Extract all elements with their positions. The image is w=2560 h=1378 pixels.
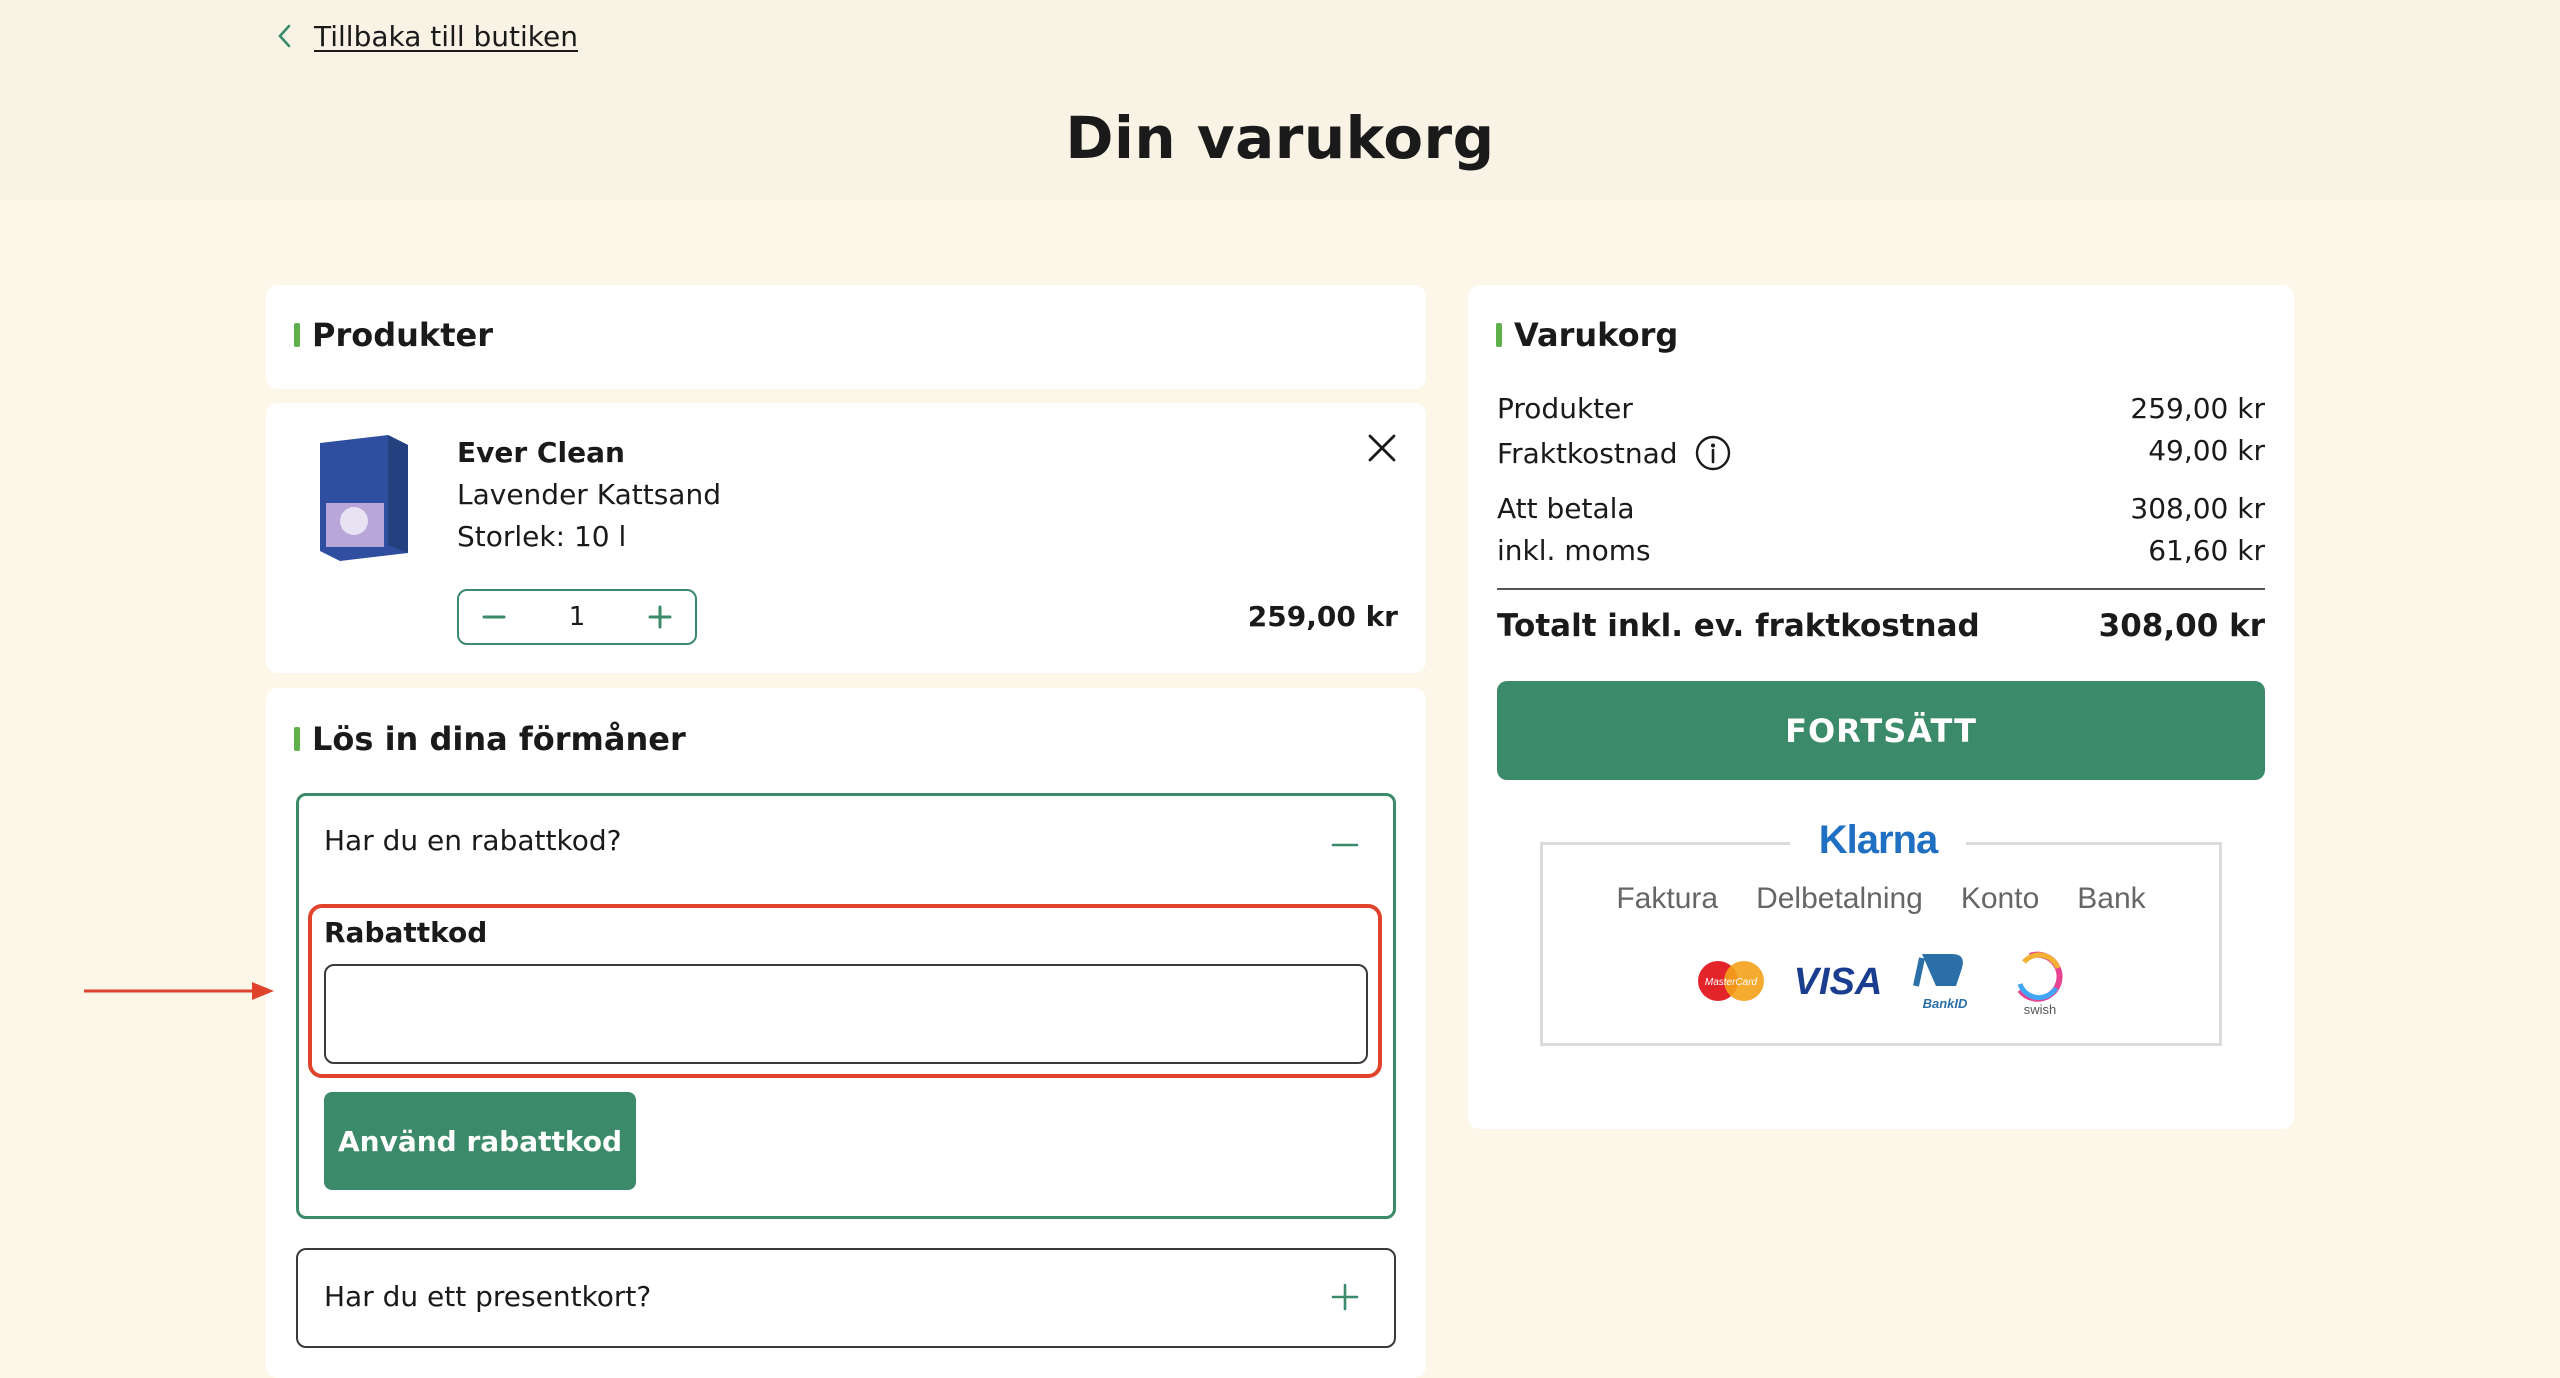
summary-row-products: Produkter 259,00 kr <box>1497 392 2265 425</box>
payment-method: Delbetalning <box>1756 882 1923 915</box>
product-price: 259,00 kr <box>1247 600 1398 633</box>
klarna-methods: Faktura Delbetalning Konto Bank <box>1540 882 2222 916</box>
summary-title-text: Varukorg <box>1514 316 1679 354</box>
total-value: 308,00 kr <box>2098 608 2265 644</box>
payment-method: Konto <box>1960 882 2040 915</box>
back-link-label[interactable]: Tillbaka till butiken <box>314 20 578 53</box>
mastercard-logo: MasterCard <box>1698 961 1764 1001</box>
continue-button[interactable]: FORTSÄTT <box>1497 681 2265 780</box>
summary-row-vat: inkl. moms 61,60 kr <box>1497 534 2265 567</box>
accent-bar <box>294 727 300 751</box>
payment-method: Bank <box>2077 882 2146 915</box>
svg-text:BankID: BankID <box>1923 996 1968 1011</box>
back-to-shop-link[interactable]: Tillbaka till butiken <box>276 16 578 56</box>
svg-text:MasterCard: MasterCard <box>1705 977 1758 988</box>
accent-bar <box>1496 323 1502 347</box>
quantity-stepper: 1 <box>457 589 697 645</box>
product-image <box>320 435 408 561</box>
expand-plus-icon[interactable] <box>1330 1282 1360 1312</box>
product-size: Storlek: 10 l <box>457 520 627 553</box>
total-label: Totalt inkl. ev. fraktkostnad <box>1497 608 1980 644</box>
decrease-quantity-button[interactable] <box>479 602 509 632</box>
payment-method: Faktura <box>1616 882 1719 915</box>
products-section-title: Produkter <box>294 316 493 354</box>
benefits-title-text: Lös in dina förmåner <box>312 720 686 758</box>
payment-logos: MasterCard VISA BankID swish <box>1698 951 2063 1016</box>
visa-logo: VISA <box>1794 961 1883 1003</box>
info-icon[interactable] <box>1694 434 1732 472</box>
bankid-logo: BankID <box>1913 954 1968 1011</box>
summary-value: 49,00 kr <box>2148 434 2265 467</box>
product-name: Lavender Kattsand <box>457 478 721 511</box>
plus-icon <box>648 605 672 629</box>
increase-quantity-button[interactable] <box>645 602 675 632</box>
quantity-value[interactable]: 1 <box>569 602 586 632</box>
summary-row-to-pay: Att betala 308,00 kr <box>1497 492 2265 525</box>
svg-text:swish: swish <box>2024 1002 2057 1016</box>
summary-row-shipping: Fraktkostnad 49,00 kr <box>1497 434 2265 472</box>
accent-bar <box>294 323 300 347</box>
summary-value: 259,00 kr <box>2130 392 2265 425</box>
collapse-minus-icon[interactable] <box>1330 830 1360 860</box>
summary-label: Att betala <box>1497 492 1635 525</box>
summary-divider <box>1497 588 2265 590</box>
svg-text:VISA: VISA <box>1794 961 1883 1003</box>
summary-label: inkl. moms <box>1497 534 1651 567</box>
klarna-logo: Klarna <box>1790 812 1966 868</box>
annotation-arrow-icon <box>84 982 274 1000</box>
page-title: Din varukorg <box>1065 104 1495 172</box>
discount-code-input[interactable] <box>324 964 1368 1064</box>
product-brand[interactable]: Ever Clean <box>457 432 625 474</box>
summary-value: 308,00 kr <box>2130 492 2265 525</box>
remove-product-icon[interactable] <box>1364 430 1400 466</box>
summary-value: 61,60 kr <box>2148 534 2265 567</box>
chevron-left-icon <box>278 24 291 48</box>
swish-logo: swish <box>2017 951 2063 1016</box>
giftcard-accordion-header[interactable]: Har du ett presentkort? <box>324 1280 651 1313</box>
apply-discount-button[interactable]: Använd rabattkod <box>324 1092 636 1190</box>
summary-label: Fraktkostnad <box>1497 436 1678 470</box>
summary-label: Produkter <box>1497 392 1633 425</box>
discount-code-label: Rabattkod <box>324 916 488 949</box>
summary-total-row: Totalt inkl. ev. fraktkostnad 308,00 kr <box>1497 608 2265 644</box>
summary-section-title: Varukorg <box>1496 316 1678 354</box>
minus-icon <box>482 615 506 619</box>
discount-accordion-header[interactable]: Har du en rabattkod? <box>324 824 621 857</box>
products-title-text: Produkter <box>312 316 493 354</box>
benefits-section-title: Lös in dina förmåner <box>294 720 686 758</box>
